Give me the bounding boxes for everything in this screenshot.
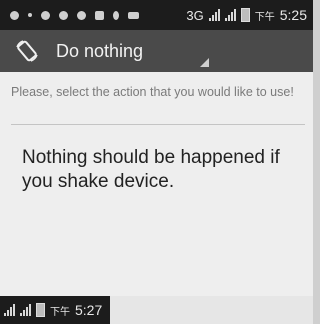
bottom-status-bar: 下午 5:27 (0, 296, 110, 324)
status-bar: 3G 下午 5:25 (0, 0, 313, 30)
action-bar: Do nothing (0, 30, 313, 72)
status-ampm: 下午 (254, 11, 275, 23)
mode-spinner[interactable]: Do nothing (56, 41, 143, 62)
notification-icon (10, 10, 19, 20)
signal-icon (20, 304, 31, 316)
notification-dot-icon (28, 13, 32, 17)
bottom-time: 5:27 (75, 302, 103, 318)
status-time: 5:25 (279, 7, 307, 23)
signal-icon (224, 9, 236, 21)
instruction-text: Please, select the action that you would… (11, 85, 294, 99)
network-type: 3G (186, 7, 204, 23)
spinner-arrow-icon[interactable] (200, 58, 209, 67)
notification-icon (41, 10, 50, 20)
status-indicators: 3G 下午 5:25 (186, 7, 313, 23)
notification-icon (95, 10, 104, 20)
content-area: Please, select the action that you would… (0, 72, 313, 296)
divider (11, 124, 305, 125)
bottom-ampm: 下午 (50, 306, 70, 318)
action-description: Nothing should be happened if you shake … (22, 147, 280, 192)
screen-rotation-icon (14, 38, 40, 64)
signal-icon (4, 304, 15, 316)
notification-icon (59, 10, 68, 20)
phone-screen: 3G 下午 5:25 Do nothing Please, select the… (0, 0, 313, 324)
notification-icon (128, 11, 139, 19)
usb-icon (113, 10, 119, 20)
notification-icon (77, 10, 86, 20)
battery-icon (240, 8, 250, 22)
signal-icon (208, 9, 220, 21)
battery-icon (36, 303, 45, 317)
notification-icons (0, 10, 139, 20)
